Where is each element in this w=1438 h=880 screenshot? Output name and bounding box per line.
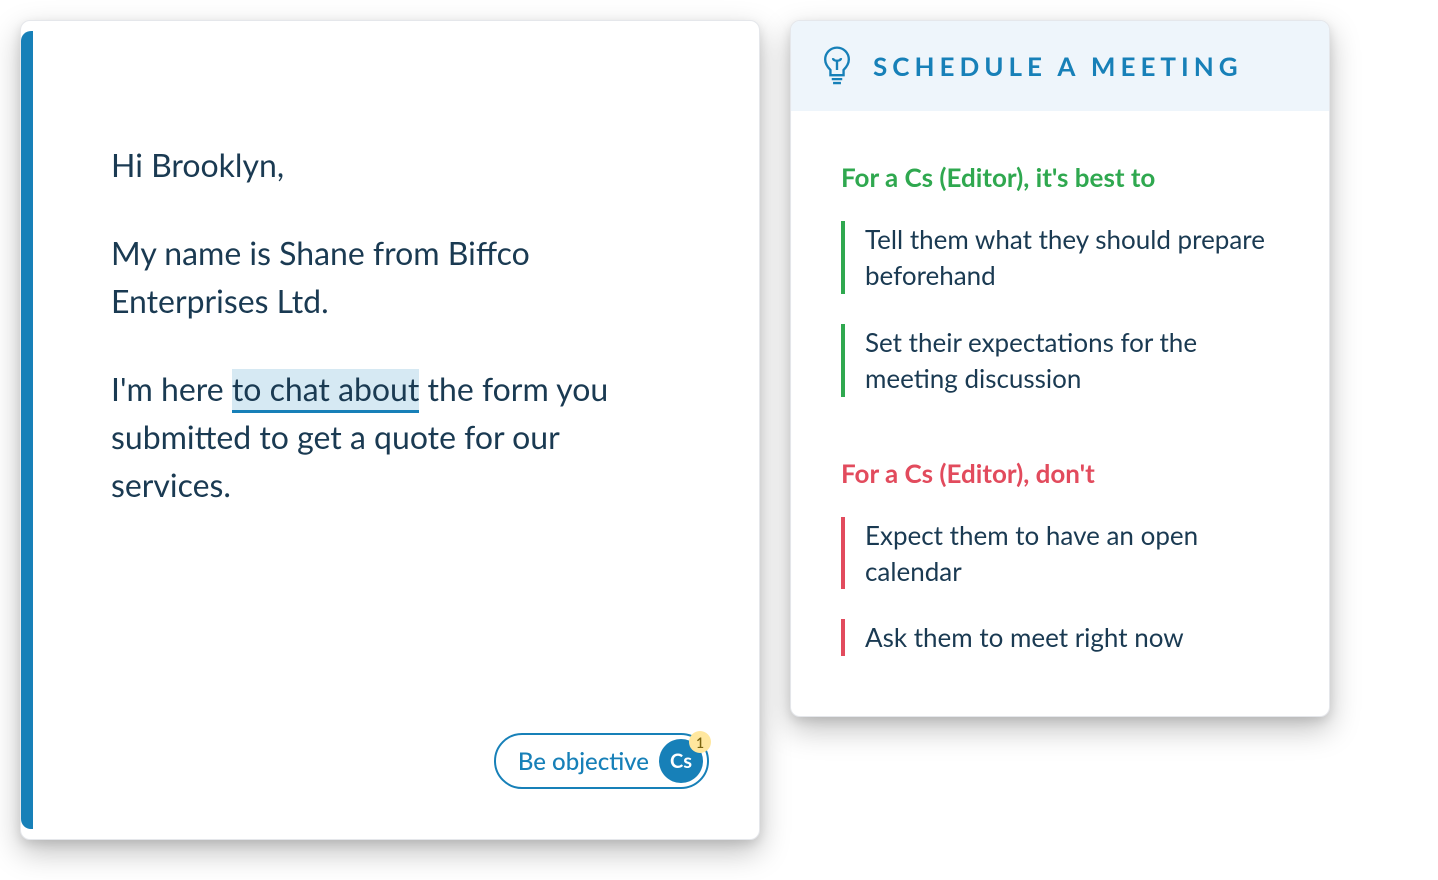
tip-dont-item: Expect them to have an open calendar [841,517,1283,590]
tips-card: SCHEDULE A MEETING For a Cs (Editor), it… [790,20,1330,717]
email-message: I'm here to chat about the form you subm… [111,365,679,509]
suggestion-chip[interactable]: Be objective Cs 1 [494,733,709,789]
email-body: Hi Brooklyn, My name is Shane from Biffc… [111,141,679,509]
email-intro: My name is Shane from Biffco Enterprises… [111,229,679,325]
email-message-pre: I'm here [111,369,232,408]
tip-do-item: Set their expectations for the meeting d… [841,324,1283,397]
tip-do-item: Tell them what they should prepare befor… [841,221,1283,294]
email-card: Hi Brooklyn, My name is Shane from Biffc… [20,20,760,840]
lightbulb-icon [821,45,853,87]
tips-title: SCHEDULE A MEETING [873,50,1243,82]
tips-body: For a Cs (Editor), it's best to Tell the… [791,111,1329,716]
suggestion-chip-label: Be objective [518,747,649,776]
highlighted-phrase[interactable]: to chat about [232,369,420,413]
cs-badge: Cs 1 [659,739,703,783]
email-greeting: Hi Brooklyn, [111,141,679,189]
cs-badge-count: 1 [689,731,711,753]
cs-badge-text: Cs [670,749,692,773]
tips-do-title: For a Cs (Editor), it's best to [841,161,1283,193]
tips-header: SCHEDULE A MEETING [791,21,1329,111]
tip-dont-item: Ask them to meet right now [841,619,1283,655]
tips-dont-title: For a Cs (Editor), don't [841,457,1283,489]
